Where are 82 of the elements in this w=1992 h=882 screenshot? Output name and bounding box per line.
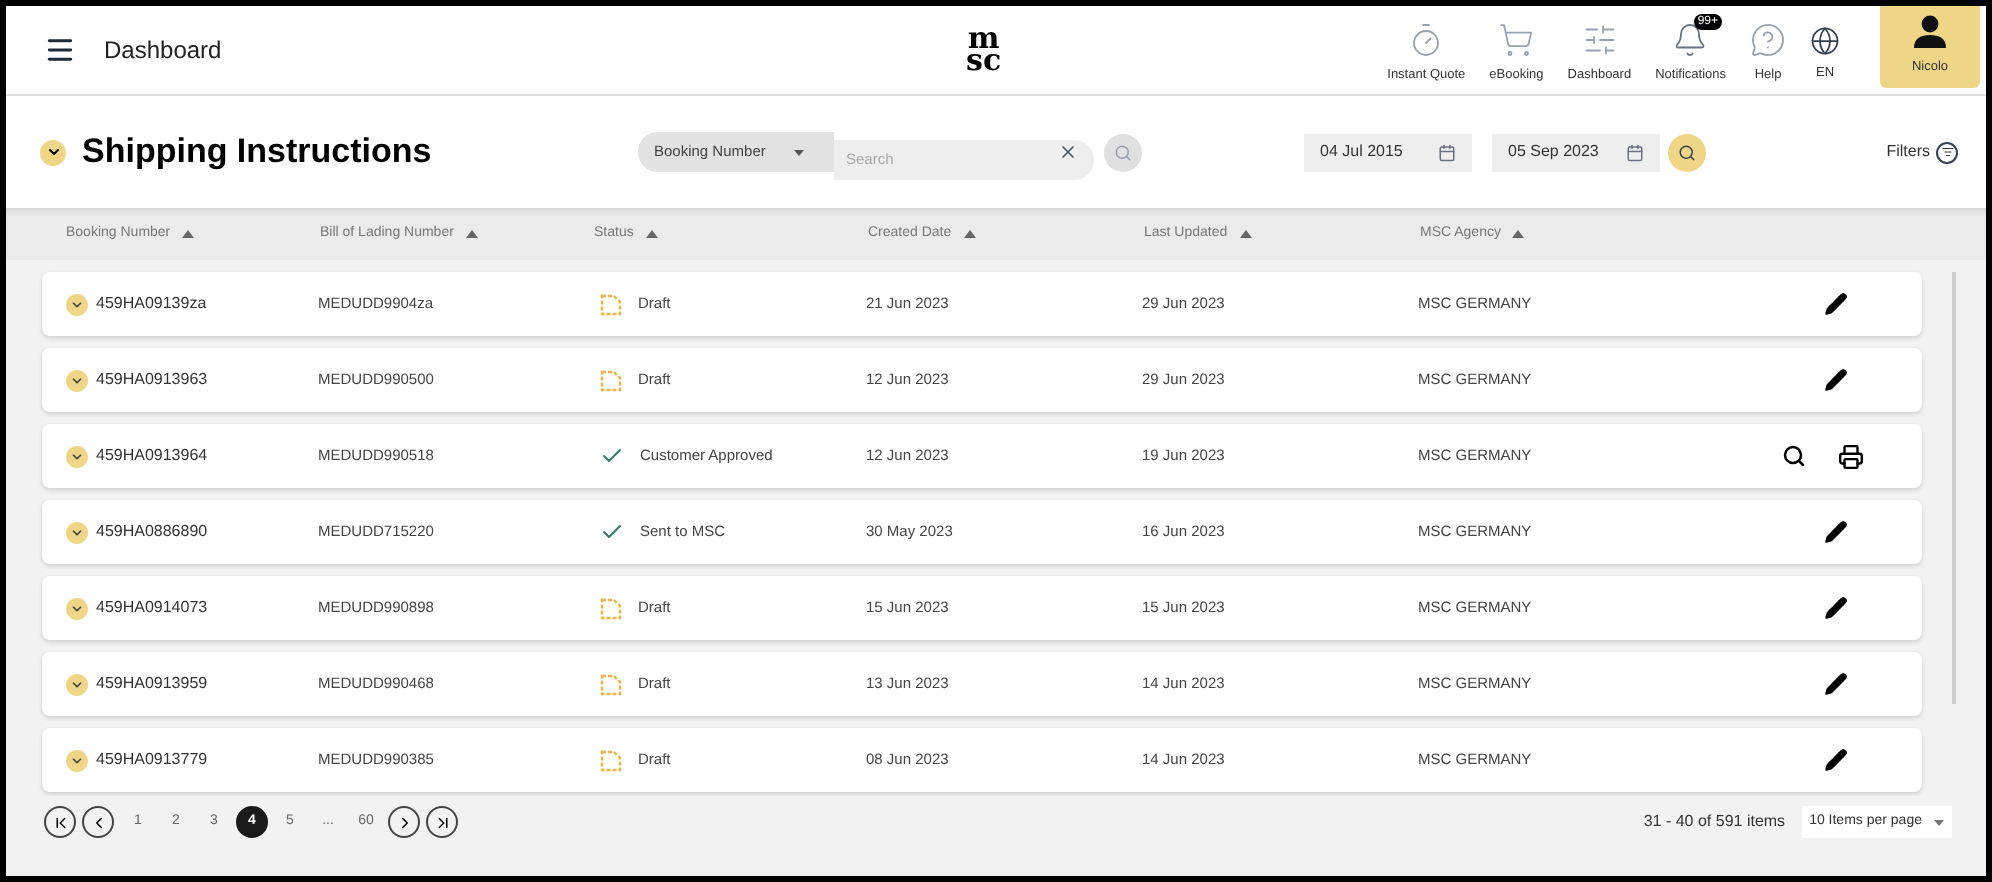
search-icon [1114, 143, 1132, 161]
sort-up-icon [1239, 230, 1252, 238]
last-page-button[interactable] [426, 806, 458, 838]
expand-button[interactable] [66, 749, 88, 771]
expand-button[interactable] [66, 597, 88, 619]
booking-number: 459HA09139za [96, 292, 207, 316]
date-to-field[interactable]: 05 Sep 2023 [1492, 133, 1660, 171]
search-icon [1782, 444, 1806, 468]
expand-button[interactable] [66, 369, 88, 391]
notifications-icon [1672, 22, 1709, 59]
filter-icon [1936, 141, 1958, 163]
sliders-icon [1581, 22, 1618, 59]
edit-button[interactable] [1820, 744, 1852, 776]
draft-icon [600, 749, 622, 771]
caret-icon [793, 149, 804, 155]
sort-up-icon [182, 230, 195, 238]
calendar-icon [1438, 143, 1456, 161]
date-search-button[interactable] [1668, 133, 1706, 171]
edit-button[interactable] [1820, 592, 1852, 624]
chevron-down-icon [45, 144, 61, 160]
draft-icon [600, 293, 622, 315]
pencil-icon [1824, 596, 1848, 620]
edit-button[interactable] [1820, 364, 1852, 396]
next-page-button[interactable] [388, 806, 420, 838]
pencil-icon [1824, 368, 1848, 392]
check-icon [600, 444, 624, 468]
user-icon [1912, 14, 1948, 51]
booking-number: 459HA0886890 [96, 520, 208, 544]
caret-icon [1934, 819, 1944, 825]
pencil-icon [1824, 748, 1848, 772]
search-icon [1678, 143, 1696, 161]
booking-number: 459HA0913779 [96, 748, 208, 772]
draft-icon [600, 369, 622, 391]
last-icon [433, 813, 451, 831]
print-button[interactable] [1834, 439, 1868, 473]
sort-up-icon [1512, 230, 1525, 238]
first-icon [51, 813, 69, 831]
draft-icon [600, 597, 622, 619]
chevron-down-icon [70, 677, 84, 691]
booking-number: 459HA0913964 [96, 444, 208, 468]
globe-icon [1810, 25, 1840, 56]
help-icon [1750, 22, 1786, 59]
logo: m sc [966, 28, 1002, 72]
sort-up-icon [963, 230, 976, 238]
collapse-button[interactable] [40, 139, 66, 165]
booking-number: 459HA0913959 [96, 672, 208, 696]
cart-icon [1498, 22, 1535, 59]
stopwatch-icon [1408, 22, 1445, 59]
pencil-icon [1824, 672, 1848, 696]
edit-button[interactable] [1820, 668, 1852, 700]
page-title: Dashboard [104, 34, 224, 68]
chevron-down-icon [70, 297, 84, 311]
pencil-icon [1824, 520, 1848, 544]
items-summary: 31 - 40 of 591 items [1643, 810, 1786, 834]
chevron-down-icon [70, 449, 84, 463]
booking-number: 459HA0913963 [96, 368, 208, 392]
edit-button[interactable] [1820, 288, 1852, 320]
chevron-down-icon [70, 525, 84, 539]
booking-number: 459HA0914073 [96, 596, 208, 620]
draft-icon [600, 673, 622, 695]
expand-button[interactable] [66, 293, 88, 315]
check-icon [600, 520, 624, 544]
chevron-down-icon [70, 601, 84, 615]
sort-up-icon [465, 230, 478, 238]
expand-button[interactable] [66, 521, 88, 543]
section-heading: Shipping Instructions [82, 130, 434, 175]
first-page-button[interactable] [44, 806, 76, 838]
sort-up-icon [645, 230, 658, 238]
pencil-icon [1824, 292, 1848, 316]
chevron-down-icon [70, 753, 84, 767]
clear-icon[interactable] [1058, 142, 1078, 162]
previous-page-button[interactable] [82, 806, 114, 838]
menu-icon [44, 34, 76, 66]
search-button[interactable] [1778, 440, 1810, 472]
printer-icon [1838, 443, 1864, 469]
edit-button[interactable] [1820, 516, 1852, 548]
expand-button[interactable] [66, 445, 88, 467]
chevron-down-icon [70, 373, 84, 387]
expand-button[interactable] [66, 673, 88, 695]
calendar-icon [1626, 143, 1644, 161]
filters-button[interactable]: Filters [1886, 140, 1958, 164]
date-from-field[interactable]: 04 Jul 2015 [1304, 133, 1472, 171]
